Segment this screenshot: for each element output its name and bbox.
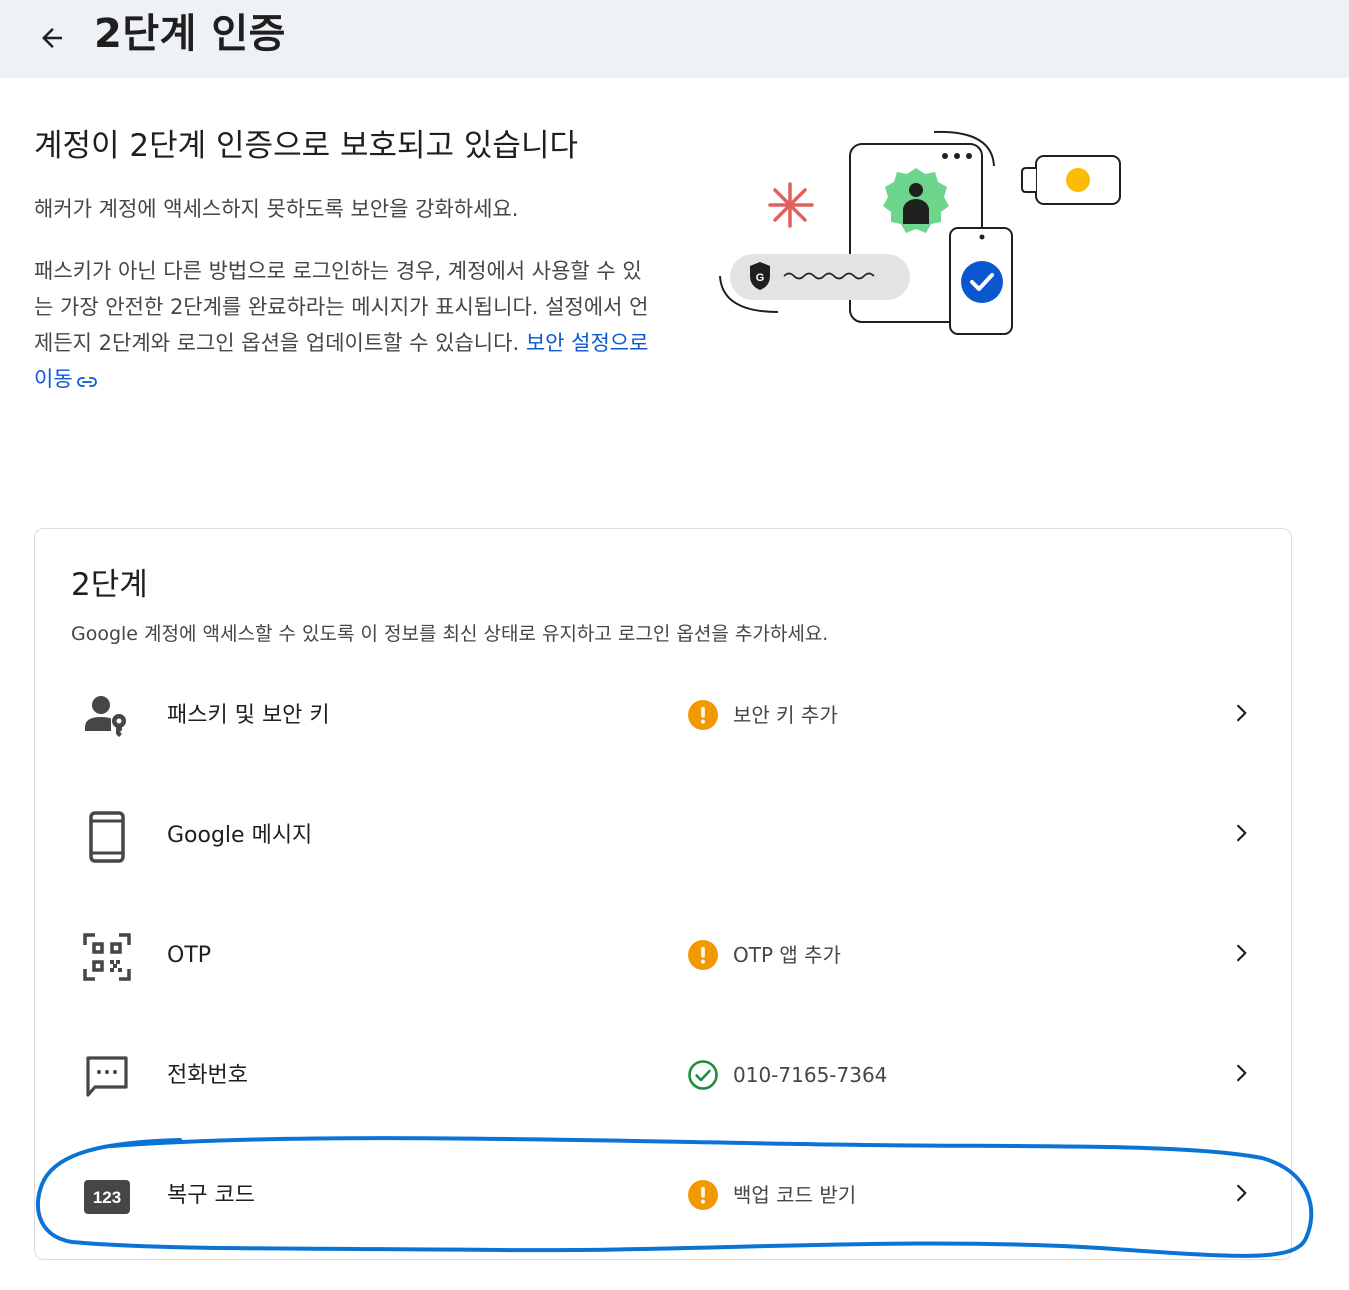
check-circle-icon <box>687 1059 719 1091</box>
arrow-left-icon <box>42 28 62 48</box>
row-phone-number[interactable]: 전화번호 010-7165-7364 <box>35 1021 1291 1141</box>
row-status: 010-7165-7364 <box>687 1057 887 1093</box>
hero-title: 계정이 2단계 인증으로 보호되고 있습니다 <box>34 128 578 164</box>
chevron-right-icon <box>1223 1175 1259 1211</box>
row-status-text: 010-7165-7364 <box>733 1063 888 1087</box>
number-badge-icon: 123 <box>81 1171 133 1223</box>
number-badge-text: 123 <box>93 1188 121 1207</box>
row-backup-codes[interactable]: 123 복구 코드 백업 코드 받기 <box>35 1141 1291 1261</box>
row-status-text: OTP 앱 추가 <box>733 943 841 967</box>
top-app-bar: 2단계 인증 <box>0 0 1349 78</box>
qr-code-icon <box>81 931 133 983</box>
back-button[interactable] <box>28 14 76 62</box>
chevron-right-icon <box>1223 1055 1259 1091</box>
sms-icon <box>81 1051 133 1103</box>
row-status: OTP 앱 추가 <box>687 937 841 973</box>
row-passkeys[interactable]: 패스키 및 보안 키 보안 키 추가 <box>35 661 1291 781</box>
row-label: 전화번호 <box>167 1063 248 1088</box>
page-title: 2단계 인증 <box>94 11 286 57</box>
chevron-right-icon <box>1223 695 1259 731</box>
warning-icon <box>687 939 719 971</box>
row-google-prompts[interactable]: Google 메시지 <box>35 781 1291 901</box>
section-title: 2단계 <box>71 567 148 603</box>
row-label: 패스키 및 보안 키 <box>167 703 330 728</box>
row-status-text: 백업 코드 받기 <box>733 1183 857 1207</box>
row-status-text: 보안 키 추가 <box>733 703 838 727</box>
warning-icon <box>687 699 719 731</box>
chevron-right-icon <box>1223 935 1259 971</box>
row-label: OTP <box>167 943 212 968</box>
row-otp[interactable]: OTP OTP 앱 추가 <box>35 901 1291 1021</box>
svg-text:G: G <box>756 272 765 284</box>
hero-description: 패스키가 아닌 다른 방법으로 로그인하는 경우, 계정에서 사용할 수 있는 … <box>34 253 654 397</box>
warning-icon <box>687 1179 719 1211</box>
section-description: Google 계정에 액세스할 수 있도록 이 정보를 최신 상태로 유지하고 … <box>71 623 829 645</box>
two-step-card: 2단계 Google 계정에 액세스할 수 있도록 이 정보를 최신 상태로 유… <box>34 528 1292 1260</box>
phone-icon <box>81 811 133 863</box>
two-step-illustration: G <box>719 130 1121 335</box>
row-status: 보안 키 추가 <box>687 697 838 733</box>
chevron-right-icon <box>1223 815 1259 851</box>
link-icon <box>76 377 97 387</box>
hero-subtitle: 해커가 계정에 액세스하지 못하도록 보안을 강화하세요. <box>34 197 519 221</box>
passkey-icon <box>81 691 133 743</box>
row-label: Google 메시지 <box>167 823 313 848</box>
row-status: 백업 코드 받기 <box>687 1177 856 1213</box>
row-label: 복구 코드 <box>167 1183 255 1208</box>
